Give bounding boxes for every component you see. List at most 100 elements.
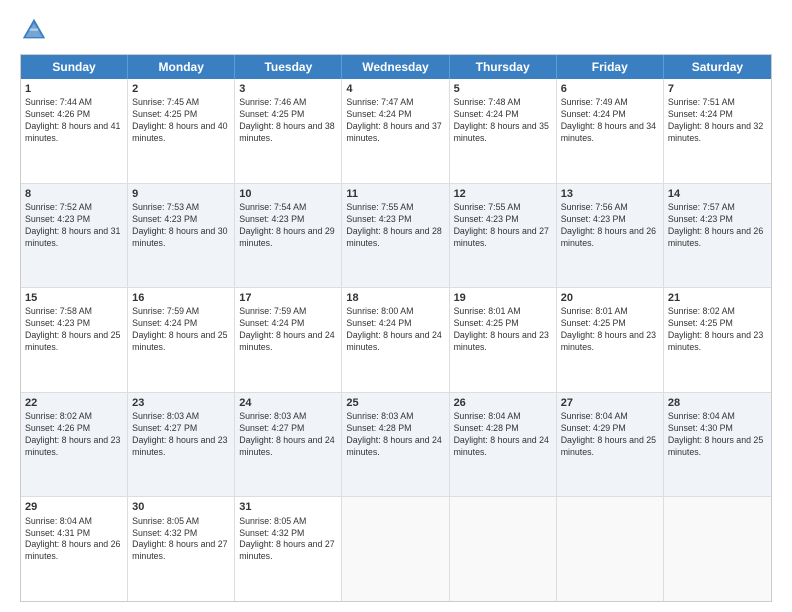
calendar-cell: 1Sunrise: 7:44 AMSunset: 4:26 PMDaylight…	[21, 79, 128, 183]
day-number: 9	[132, 187, 230, 201]
day-number: 17	[239, 291, 337, 305]
logo-icon	[20, 16, 48, 44]
calendar-cell: 15Sunrise: 7:58 AMSunset: 4:23 PMDayligh…	[21, 288, 128, 392]
calendar-cell: 2Sunrise: 7:45 AMSunset: 4:25 PMDaylight…	[128, 79, 235, 183]
calendar-cell: 26Sunrise: 8:04 AMSunset: 4:28 PMDayligh…	[450, 393, 557, 497]
day-info: Sunrise: 8:04 AMSunset: 4:31 PMDaylight:…	[25, 516, 123, 564]
day-info: Sunrise: 7:57 AMSunset: 4:23 PMDaylight:…	[668, 202, 767, 250]
day-info: Sunrise: 7:49 AMSunset: 4:24 PMDaylight:…	[561, 97, 659, 145]
day-number: 7	[668, 82, 767, 96]
day-number: 25	[346, 396, 444, 410]
day-info: Sunrise: 7:45 AMSunset: 4:25 PMDaylight:…	[132, 97, 230, 145]
day-info: Sunrise: 7:48 AMSunset: 4:24 PMDaylight:…	[454, 97, 552, 145]
day-number: 31	[239, 500, 337, 514]
logo	[20, 16, 52, 44]
calendar-cell: 23Sunrise: 8:03 AMSunset: 4:27 PMDayligh…	[128, 393, 235, 497]
day-info: Sunrise: 7:55 AMSunset: 4:23 PMDaylight:…	[454, 202, 552, 250]
day-number: 2	[132, 82, 230, 96]
day-number: 12	[454, 187, 552, 201]
calendar-cell: 25Sunrise: 8:03 AMSunset: 4:28 PMDayligh…	[342, 393, 449, 497]
day-number: 28	[668, 396, 767, 410]
day-info: Sunrise: 7:58 AMSunset: 4:23 PMDaylight:…	[25, 306, 123, 354]
calendar-body: 1Sunrise: 7:44 AMSunset: 4:26 PMDaylight…	[21, 79, 771, 601]
calendar-cell: 30 Sunrise: 8:05 AMSunset: 4:32 PMDayligh…	[128, 497, 235, 601]
day-info: Sunrise: 7:52 AMSunset: 4:23 PMDaylight:…	[25, 202, 123, 250]
day-info: Sunrise: 8:03 AMSunset: 4:28 PMDaylight:…	[346, 411, 444, 459]
day-number: 30	[132, 500, 230, 514]
day-number: 23	[132, 396, 230, 410]
calendar-cell: 20Sunrise: 8:01 AMSunset: 4:25 PMDayligh…	[557, 288, 664, 392]
calendar-header-day: Thursday	[450, 55, 557, 79]
calendar-week-row: 22Sunrise: 8:02 AMSunset: 4:26 PMDayligh…	[21, 393, 771, 498]
day-info: Sunrise: 7:54 AMSunset: 4:23 PMDaylight:…	[239, 202, 337, 250]
day-number: 15	[25, 291, 123, 305]
day-info: Sunrise: 7:59 AMSunset: 4:24 PMDaylight:…	[132, 306, 230, 354]
day-info: Sunrise: 8:05 AMSunset: 4:32 PMDaylight:…	[239, 516, 337, 564]
calendar-cell: 28Sunrise: 8:04 AMSunset: 4:30 PMDayligh…	[664, 393, 771, 497]
day-number: 27	[561, 396, 659, 410]
day-number: 24	[239, 396, 337, 410]
day-number: 3	[239, 82, 337, 96]
calendar-header-day: Sunday	[21, 55, 128, 79]
calendar-cell	[342, 497, 449, 601]
calendar-cell: 8Sunrise: 7:52 AMSunset: 4:23 PMDaylight…	[21, 184, 128, 288]
calendar-cell: 18Sunrise: 8:00 AMSunset: 4:24 PMDayligh…	[342, 288, 449, 392]
day-number: 1	[25, 82, 123, 96]
calendar-cell: 29Sunrise: 8:04 AMSunset: 4:31 PMDayligh…	[21, 497, 128, 601]
calendar-cell: 5Sunrise: 7:48 AMSunset: 4:24 PMDaylight…	[450, 79, 557, 183]
calendar-week-row: 1Sunrise: 7:44 AMSunset: 4:26 PMDaylight…	[21, 79, 771, 184]
calendar-header-day: Friday	[557, 55, 664, 79]
calendar-cell: 27Sunrise: 8:04 AMSunset: 4:29 PMDayligh…	[557, 393, 664, 497]
day-number: 22	[25, 396, 123, 410]
day-info: Sunrise: 7:56 AMSunset: 4:23 PMDaylight:…	[561, 202, 659, 250]
day-info: Sunrise: 8:02 AMSunset: 4:26 PMDaylight:…	[25, 411, 123, 459]
header	[20, 16, 772, 44]
day-number: 21	[668, 291, 767, 305]
day-number: 13	[561, 187, 659, 201]
calendar-header-day: Monday	[128, 55, 235, 79]
day-number: 6	[561, 82, 659, 96]
calendar-cell: 17Sunrise: 7:59 AMSunset: 4:24 PMDayligh…	[235, 288, 342, 392]
page: SundayMondayTuesdayWednesdayThursdayFrid…	[0, 0, 792, 612]
day-info: Sunrise: 7:47 AMSunset: 4:24 PMDaylight:…	[346, 97, 444, 145]
calendar-week-row: 15Sunrise: 7:58 AMSunset: 4:23 PMDayligh…	[21, 288, 771, 393]
calendar-header-day: Tuesday	[235, 55, 342, 79]
calendar-cell	[664, 497, 771, 601]
calendar-cell: 19Sunrise: 8:01 AMSunset: 4:25 PMDayligh…	[450, 288, 557, 392]
calendar-cell: 16Sunrise: 7:59 AMSunset: 4:24 PMDayligh…	[128, 288, 235, 392]
calendar-cell: 3Sunrise: 7:46 AMSunset: 4:25 PMDaylight…	[235, 79, 342, 183]
calendar-header: SundayMondayTuesdayWednesdayThursdayFrid…	[21, 55, 771, 79]
day-number: 5	[454, 82, 552, 96]
day-info: Sunrise: 7:53 AMSunset: 4:23 PMDaylight:…	[132, 202, 230, 250]
day-number: 26	[454, 396, 552, 410]
calendar-header-day: Saturday	[664, 55, 771, 79]
day-info: Sunrise: 8:04 AMSunset: 4:30 PMDaylight:…	[668, 411, 767, 459]
day-info: Sunrise: 8:03 AMSunset: 4:27 PMDaylight:…	[132, 411, 230, 459]
day-number: 20	[561, 291, 659, 305]
calendar-cell: 22Sunrise: 8:02 AMSunset: 4:26 PMDayligh…	[21, 393, 128, 497]
calendar-cell	[557, 497, 664, 601]
calendar-week-row: 8Sunrise: 7:52 AMSunset: 4:23 PMDaylight…	[21, 184, 771, 289]
day-info: Sunrise: 7:46 AMSunset: 4:25 PMDaylight:…	[239, 97, 337, 145]
day-number: 8	[25, 187, 123, 201]
day-info: Sunrise: 8:04 AMSunset: 4:29 PMDaylight:…	[561, 411, 659, 459]
day-info: Sunrise: 8:01 AMSunset: 4:25 PMDaylight:…	[454, 306, 552, 354]
calendar: SundayMondayTuesdayWednesdayThursdayFrid…	[20, 54, 772, 602]
day-info: Sunrise: 8:00 AMSunset: 4:24 PMDaylight:…	[346, 306, 444, 354]
day-info: Sunrise: 8:03 AMSunset: 4:27 PMDaylight:…	[239, 411, 337, 459]
day-number: 14	[668, 187, 767, 201]
day-info: Sunrise: 8:04 AMSunset: 4:28 PMDaylight:…	[454, 411, 552, 459]
calendar-header-day: Wednesday	[342, 55, 449, 79]
day-number: 10	[239, 187, 337, 201]
calendar-cell: 4Sunrise: 7:47 AMSunset: 4:24 PMDaylight…	[342, 79, 449, 183]
calendar-week-row: 29Sunrise: 8:04 AMSunset: 4:31 PMDayligh…	[21, 497, 771, 601]
calendar-cell: 24Sunrise: 8:03 AMSunset: 4:27 PMDayligh…	[235, 393, 342, 497]
day-info: Sunrise: 7:59 AMSunset: 4:24 PMDaylight:…	[239, 306, 337, 354]
calendar-cell: 21Sunrise: 8:02 AMSunset: 4:25 PMDayligh…	[664, 288, 771, 392]
day-info: Sunrise: 7:51 AMSunset: 4:24 PMDaylight:…	[668, 97, 767, 145]
day-info: Sunrise: 7:55 AMSunset: 4:23 PMDaylight:…	[346, 202, 444, 250]
calendar-cell	[450, 497, 557, 601]
day-number: 16	[132, 291, 230, 305]
calendar-cell: 6Sunrise: 7:49 AMSunset: 4:24 PMDaylight…	[557, 79, 664, 183]
day-info: Sunrise: 8:05 AMSunset: 4:32 PMDaylight:…	[132, 516, 230, 564]
